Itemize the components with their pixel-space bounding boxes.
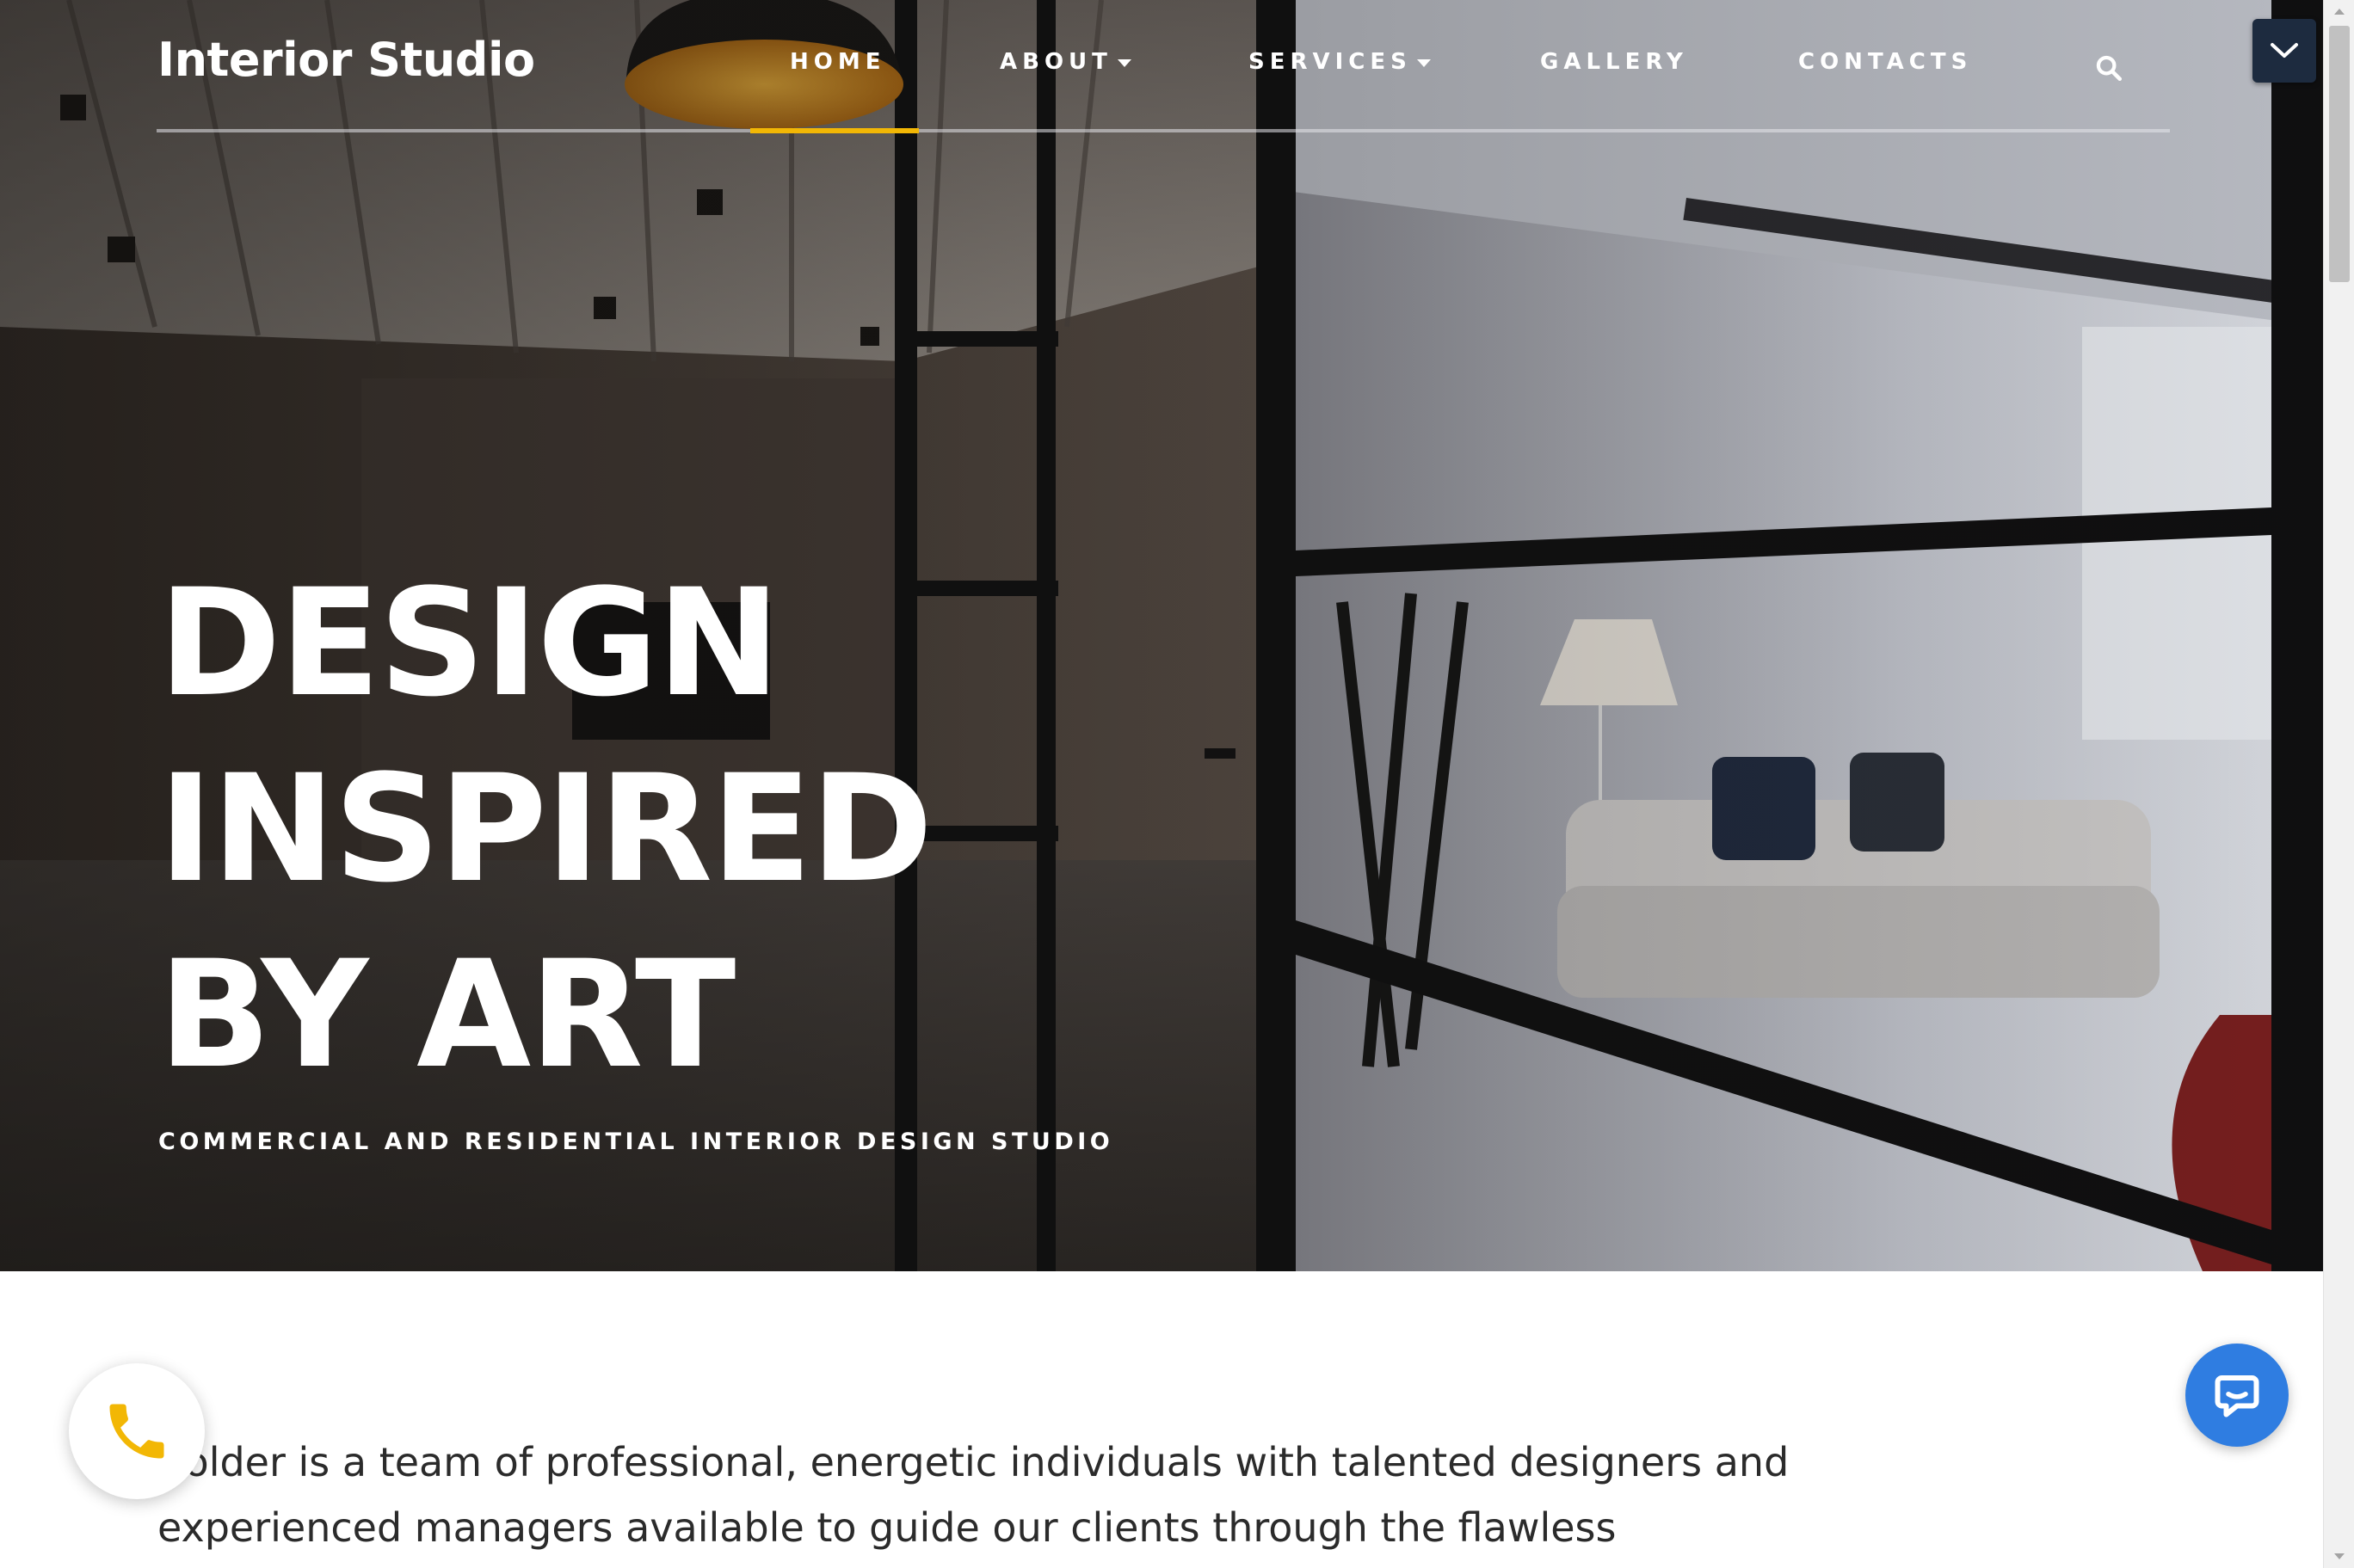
hero-title-line: DESIGN [158, 556, 780, 729]
nav-home-label: HOME [790, 49, 886, 75]
site-logo[interactable]: Interior Studio [157, 33, 535, 87]
chat-icon [2215, 1375, 2259, 1417]
main-navigation: Interior Studio HOME ABOUT SERVICES GALL… [0, 0, 2323, 138]
intro-paragraph: Bolder is a team of professional, energe… [157, 1439, 1790, 1551]
chat-button[interactable] [2185, 1344, 2289, 1447]
hero-title-line: BY ART [158, 928, 736, 1101]
hero-title-line: INSPIRED [158, 742, 934, 915]
nav-active-indicator [750, 128, 919, 133]
nav-divider [157, 129, 2170, 132]
nav-gallery-label: GALLERY [1540, 49, 1688, 75]
nav-contacts-label: CONTACTS [1798, 49, 1973, 75]
hero-section: Interior Studio HOME ABOUT SERVICES GALL… [0, 0, 2323, 1271]
phone-icon [109, 1404, 164, 1459]
search-icon [2096, 55, 2123, 82]
nav-services-label: SERVICES [1248, 49, 1412, 75]
hero-subtitle: COMMERCIAL AND RESIDENTIAL INTERIOR DESI… [158, 1128, 1114, 1155]
page-scrollbar[interactable] [2323, 0, 2354, 1568]
caret-down-icon [1117, 58, 1131, 67]
caret-down-icon [1416, 58, 1431, 67]
nav-about-label: ABOUT [1000, 49, 1112, 75]
scroll-down-button[interactable] [2252, 19, 2316, 83]
scroll-up-arrow-icon[interactable] [2334, 9, 2345, 15]
call-button[interactable] [69, 1363, 205, 1499]
nav-gallery[interactable]: GALLERY [1540, 49, 1688, 75]
scrollbar-thumb[interactable] [2329, 26, 2350, 282]
nav-about[interactable]: ABOUT [1000, 49, 1131, 75]
search-button[interactable] [2094, 53, 2123, 83]
chevron-down-icon [2271, 43, 2298, 58]
nav-home[interactable]: HOME [790, 49, 886, 75]
nav-contacts[interactable]: CONTACTS [1798, 49, 1972, 75]
nav-services[interactable]: SERVICES [1248, 49, 1431, 75]
hero-title: DESIGN INSPIRED BY ART [158, 550, 934, 1108]
scroll-down-arrow-icon[interactable] [2334, 1553, 2345, 1559]
